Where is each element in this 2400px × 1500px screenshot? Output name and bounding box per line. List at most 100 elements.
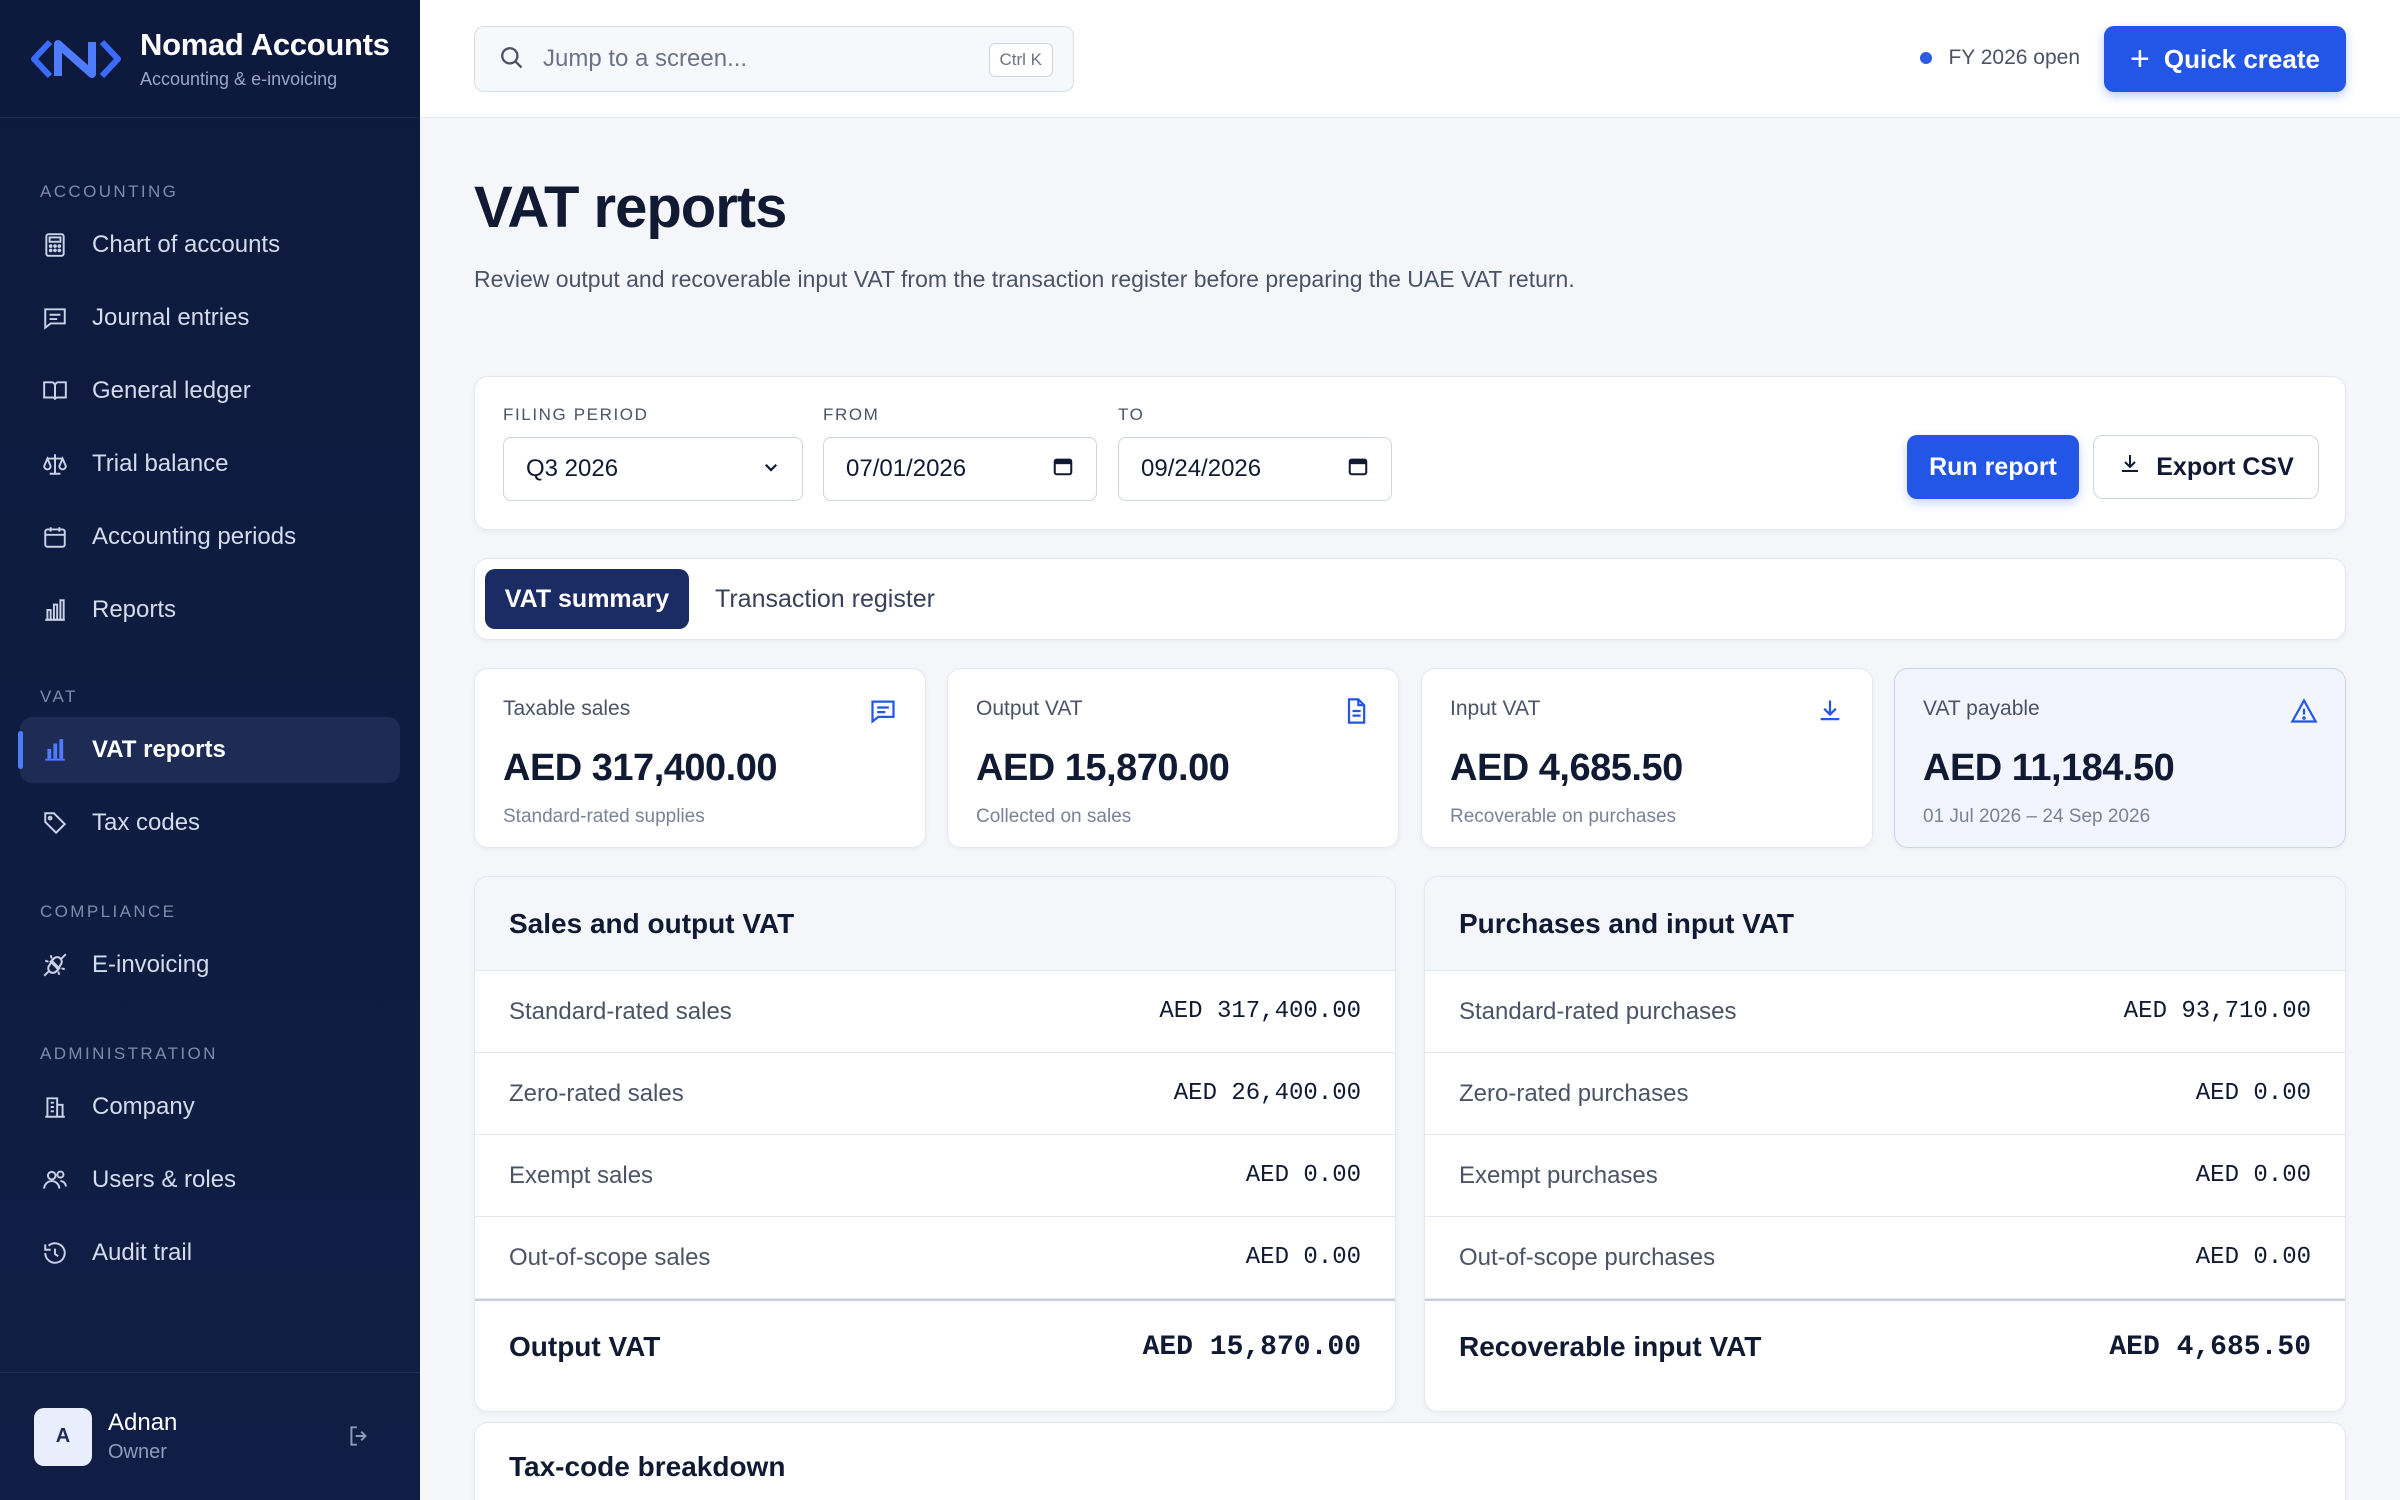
sidebar-item-label: Users & roles	[92, 1166, 237, 1193]
quick-create-button[interactable]: + Quick create	[2104, 26, 2346, 92]
calendar-icon[interactable]	[1347, 455, 1369, 484]
sidebar-item-general-ledger[interactable]: General ledger	[20, 358, 400, 424]
sidebar-item-label: Accounting periods	[92, 523, 297, 550]
panel-title: Purchases and input VAT	[1425, 877, 2345, 971]
search-input[interactable]	[543, 45, 963, 73]
warning-icon	[2289, 697, 2319, 727]
sidebar-item-vat-reports[interactable]: VAT reports	[18, 717, 400, 783]
kpi-vat-payable: VAT payable AED 11,184.50 01 Jul 2026 – …	[1894, 668, 2346, 848]
sidebar-item-trial-balance[interactable]: Trial balance	[20, 431, 400, 497]
tax-code-breakdown-panel: Tax-code breakdown	[474, 1422, 2346, 1500]
nav-heading-accounting: ACCOUNTING	[40, 182, 179, 201]
total-label: Output VAT	[509, 1331, 661, 1362]
export-csv-button[interactable]: Export CSV	[2093, 435, 2319, 499]
topbar: Ctrl K FY 2026 open + Quick create	[420, 0, 2400, 118]
sidebar-item-chart-of-accounts[interactable]: Chart of accounts	[20, 212, 400, 278]
row-value: AED 0.00	[1245, 1162, 1361, 1189]
nomad-logo-icon	[30, 34, 122, 84]
building-icon	[40, 1092, 70, 1122]
page-title: VAT reports	[474, 175, 787, 240]
filing-period-field: FILING PERIOD Q3 2026	[503, 405, 803, 501]
row-label: Zero-rated sales	[509, 1079, 684, 1107]
kpi-subtext: 01 Jul 2026 – 24 Sep 2026	[1923, 806, 2151, 827]
sidebar-item-company[interactable]: Company	[20, 1074, 400, 1140]
sidebar-item-journal-entries[interactable]: Journal entries	[20, 285, 400, 351]
kpi-value: AED 15,870.00	[976, 747, 1230, 789]
calendar-icon[interactable]	[1052, 455, 1074, 484]
row-value: AED 93,710.00	[2123, 998, 2311, 1025]
user-name: Adnan	[108, 1409, 178, 1436]
user-role: Owner	[108, 1441, 167, 1463]
brand[interactable]: Nomad Accounts Accounting & e-invoicing	[0, 0, 420, 118]
panel-title: Tax-code breakdown	[509, 1451, 786, 1482]
sidebar-item-audit-trail[interactable]: Audit trail	[20, 1220, 400, 1286]
table-row: Standard-rated purchases AED 93,710.00	[1425, 971, 2345, 1053]
scale-icon	[40, 449, 70, 479]
row-label: Standard-rated purchases	[1459, 997, 1737, 1025]
download-icon	[2118, 452, 2142, 483]
filing-period-label: FILING PERIOD	[503, 405, 649, 424]
to-date-input[interactable]: 09/24/2026	[1118, 437, 1392, 501]
table-row: Out-of-scope purchases AED 0.00	[1425, 1217, 2345, 1299]
total-row: Recoverable input VAT AED 4,685.50	[1425, 1299, 2345, 1393]
sidebar-item-label: General ledger	[92, 377, 251, 404]
to-date-label: TO	[1118, 405, 1145, 424]
tab-transaction-register[interactable]: Transaction register	[709, 569, 941, 629]
shortcut-hint: Ctrl K	[988, 43, 1053, 77]
sales-output-vat-panel: Sales and output VAT Standard-rated sale…	[474, 876, 1396, 1412]
sidebar-item-label: VAT reports	[92, 736, 226, 763]
tab-vat-summary[interactable]: VAT summary	[485, 569, 689, 629]
from-date-field: FROM 07/01/2026	[823, 405, 1097, 501]
kpi-value: AED 11,184.50	[1923, 747, 2175, 789]
row-value: AED 0.00	[2195, 1162, 2311, 1189]
users-icon	[40, 1165, 70, 1195]
total-row: Output VAT AED 15,870.00	[475, 1299, 1395, 1393]
page-description: Review output and recoverable input VAT …	[474, 266, 1575, 292]
row-label: Out-of-scope purchases	[1459, 1243, 1716, 1271]
purchases-input-vat-panel: Purchases and input VAT Standard-rated p…	[1424, 876, 2346, 1412]
sidebar-item-label: Reports	[92, 596, 177, 623]
book-icon	[40, 376, 70, 406]
table-row: Zero-rated sales AED 26,400.00	[475, 1053, 1395, 1135]
to-date-value: 09/24/2026	[1141, 455, 1262, 482]
sidebar-item-label: Journal entries	[92, 304, 250, 331]
app-name: Nomad Accounts	[140, 27, 390, 62]
search-box[interactable]: Ctrl K	[474, 26, 1074, 92]
sidebar-item-reports[interactable]: Reports	[20, 577, 400, 643]
kpi-input-vat: Input VAT AED 4,685.50 Recoverable on pu…	[1421, 668, 1873, 848]
quick-create-label: Quick create	[2163, 43, 2320, 74]
user-profile[interactable]: A Adnan Owner	[0, 1372, 420, 1500]
kpi-label: Input VAT	[1450, 697, 1541, 720]
sidebar-item-e-invoicing[interactable]: E-invoicing	[20, 932, 400, 998]
avatar: A	[34, 1407, 92, 1466]
sidebar-item-users-roles[interactable]: Users & roles	[20, 1147, 400, 1213]
row-label: Exempt purchases	[1459, 1161, 1658, 1189]
sidebar-item-label: Company	[92, 1093, 195, 1120]
sidebar: Nomad Accounts Accounting & e-invoicing …	[0, 0, 420, 1500]
sidebar-item-accounting-periods[interactable]: Accounting periods	[20, 504, 400, 570]
to-date-field: TO 09/24/2026	[1118, 405, 1392, 501]
table-row: Standard-rated sales AED 317,400.00	[475, 971, 1395, 1053]
filing-period-select[interactable]: Q3 2026	[503, 437, 803, 501]
sidebar-item-tax-codes[interactable]: Tax codes	[20, 790, 400, 856]
journal-icon	[40, 303, 70, 333]
nav-heading-administration: ADMINISTRATION	[40, 1044, 218, 1063]
search-icon	[497, 43, 525, 76]
logout-icon[interactable]	[346, 1423, 374, 1451]
kpi-taxable-sales: Taxable sales AED 317,400.00 Standard-ra…	[474, 668, 926, 848]
table-row: Out-of-scope sales AED 0.00	[475, 1217, 1395, 1299]
bar-chart-icon	[40, 595, 70, 625]
table-row: Zero-rated purchases AED 0.00	[1425, 1053, 2345, 1135]
kpi-label: Output VAT	[976, 697, 1083, 720]
row-value: AED 0.00	[2195, 1244, 2311, 1271]
total-value: AED 15,870.00	[1142, 1331, 1361, 1363]
from-date-input[interactable]: 07/01/2026	[823, 437, 1097, 501]
row-label: Exempt sales	[509, 1161, 654, 1189]
tag-icon	[40, 808, 70, 838]
row-label: Zero-rated purchases	[1459, 1079, 1689, 1107]
total-value: AED 4,685.50	[2109, 1331, 2311, 1363]
run-report-button[interactable]: Run report	[1907, 435, 2079, 499]
from-date-label: FROM	[823, 405, 880, 424]
kpi-subtext: Collected on sales	[976, 806, 1132, 827]
bar-chart-icon	[40, 735, 70, 765]
